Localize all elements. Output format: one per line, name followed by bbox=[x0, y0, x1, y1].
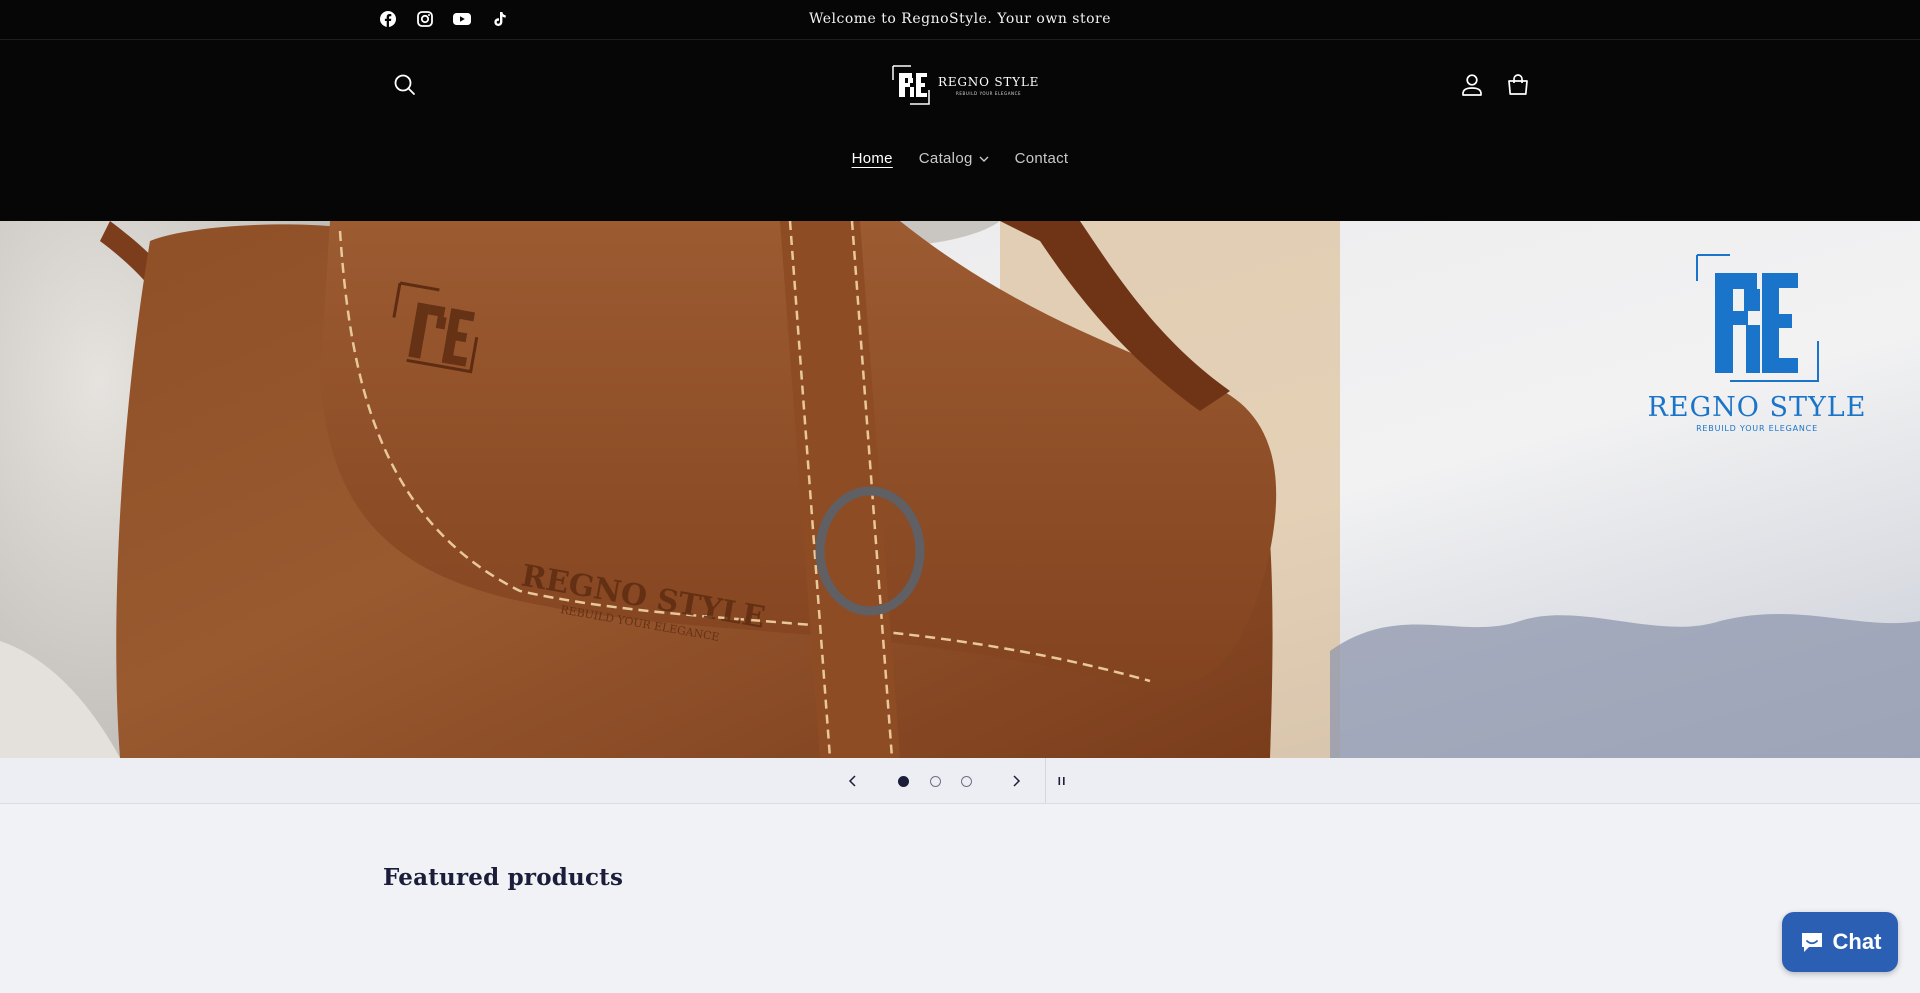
nav-item-catalog[interactable]: Catalog bbox=[919, 150, 989, 167]
chevron-down-icon bbox=[979, 156, 989, 162]
slideshow-controls bbox=[0, 758, 1920, 804]
featured-products-heading: Featured products bbox=[383, 864, 624, 891]
next-slide-button[interactable] bbox=[1005, 770, 1027, 792]
nav-item-catalog-label: Catalog bbox=[918, 150, 973, 167]
slide-dot-3[interactable] bbox=[961, 776, 972, 787]
search-icon[interactable] bbox=[391, 71, 419, 99]
logo-name: REGNO STYLE bbox=[938, 74, 1040, 89]
chat-button[interactable]: Chat bbox=[1782, 912, 1898, 972]
logo-tagline: REBUILD YOUR ELEGANCE bbox=[956, 90, 1022, 96]
logo-mark-icon bbox=[892, 65, 930, 105]
announcement-text: Welcome to RegnoStyle. Your own store bbox=[808, 11, 1112, 27]
pause-slideshow-button[interactable] bbox=[1051, 770, 1073, 792]
controls-divider bbox=[1045, 758, 1046, 804]
slide-dot-2[interactable] bbox=[930, 776, 941, 787]
previous-slide-button[interactable] bbox=[842, 770, 864, 792]
cart-icon[interactable] bbox=[1505, 72, 1531, 98]
main-nav: Home Catalog Contact bbox=[0, 150, 1920, 167]
account-icon[interactable] bbox=[1459, 72, 1485, 98]
nav-item-home[interactable]: Home bbox=[852, 150, 893, 167]
slide-dot-1[interactable] bbox=[898, 776, 909, 787]
chat-bubble-icon bbox=[1801, 933, 1822, 952]
corner-logo-tagline: REBUILD YOUR ELEGANCE bbox=[1696, 424, 1818, 433]
hero-slideshow: REGNO STYLE REBUILD YOUR ELEGANCE REGNO … bbox=[0, 221, 1920, 758]
nav-item-contact[interactable]: Contact bbox=[1015, 150, 1069, 167]
hero-image: REGNO STYLE REBUILD YOUR ELEGANCE REGNO … bbox=[0, 221, 1920, 758]
chat-label: Chat bbox=[1832, 929, 1882, 954]
site-logo[interactable]: REGNO STYLE REBUILD YOUR ELEGANCE bbox=[892, 64, 1039, 106]
corner-logo-name: REGNO STYLE bbox=[1648, 392, 1867, 423]
site-header: REGNO STYLE REBUILD YOUR ELEGANCE Home C… bbox=[0, 40, 1920, 221]
announcement-bar: Welcome to RegnoStyle. Your own store bbox=[0, 0, 1920, 40]
